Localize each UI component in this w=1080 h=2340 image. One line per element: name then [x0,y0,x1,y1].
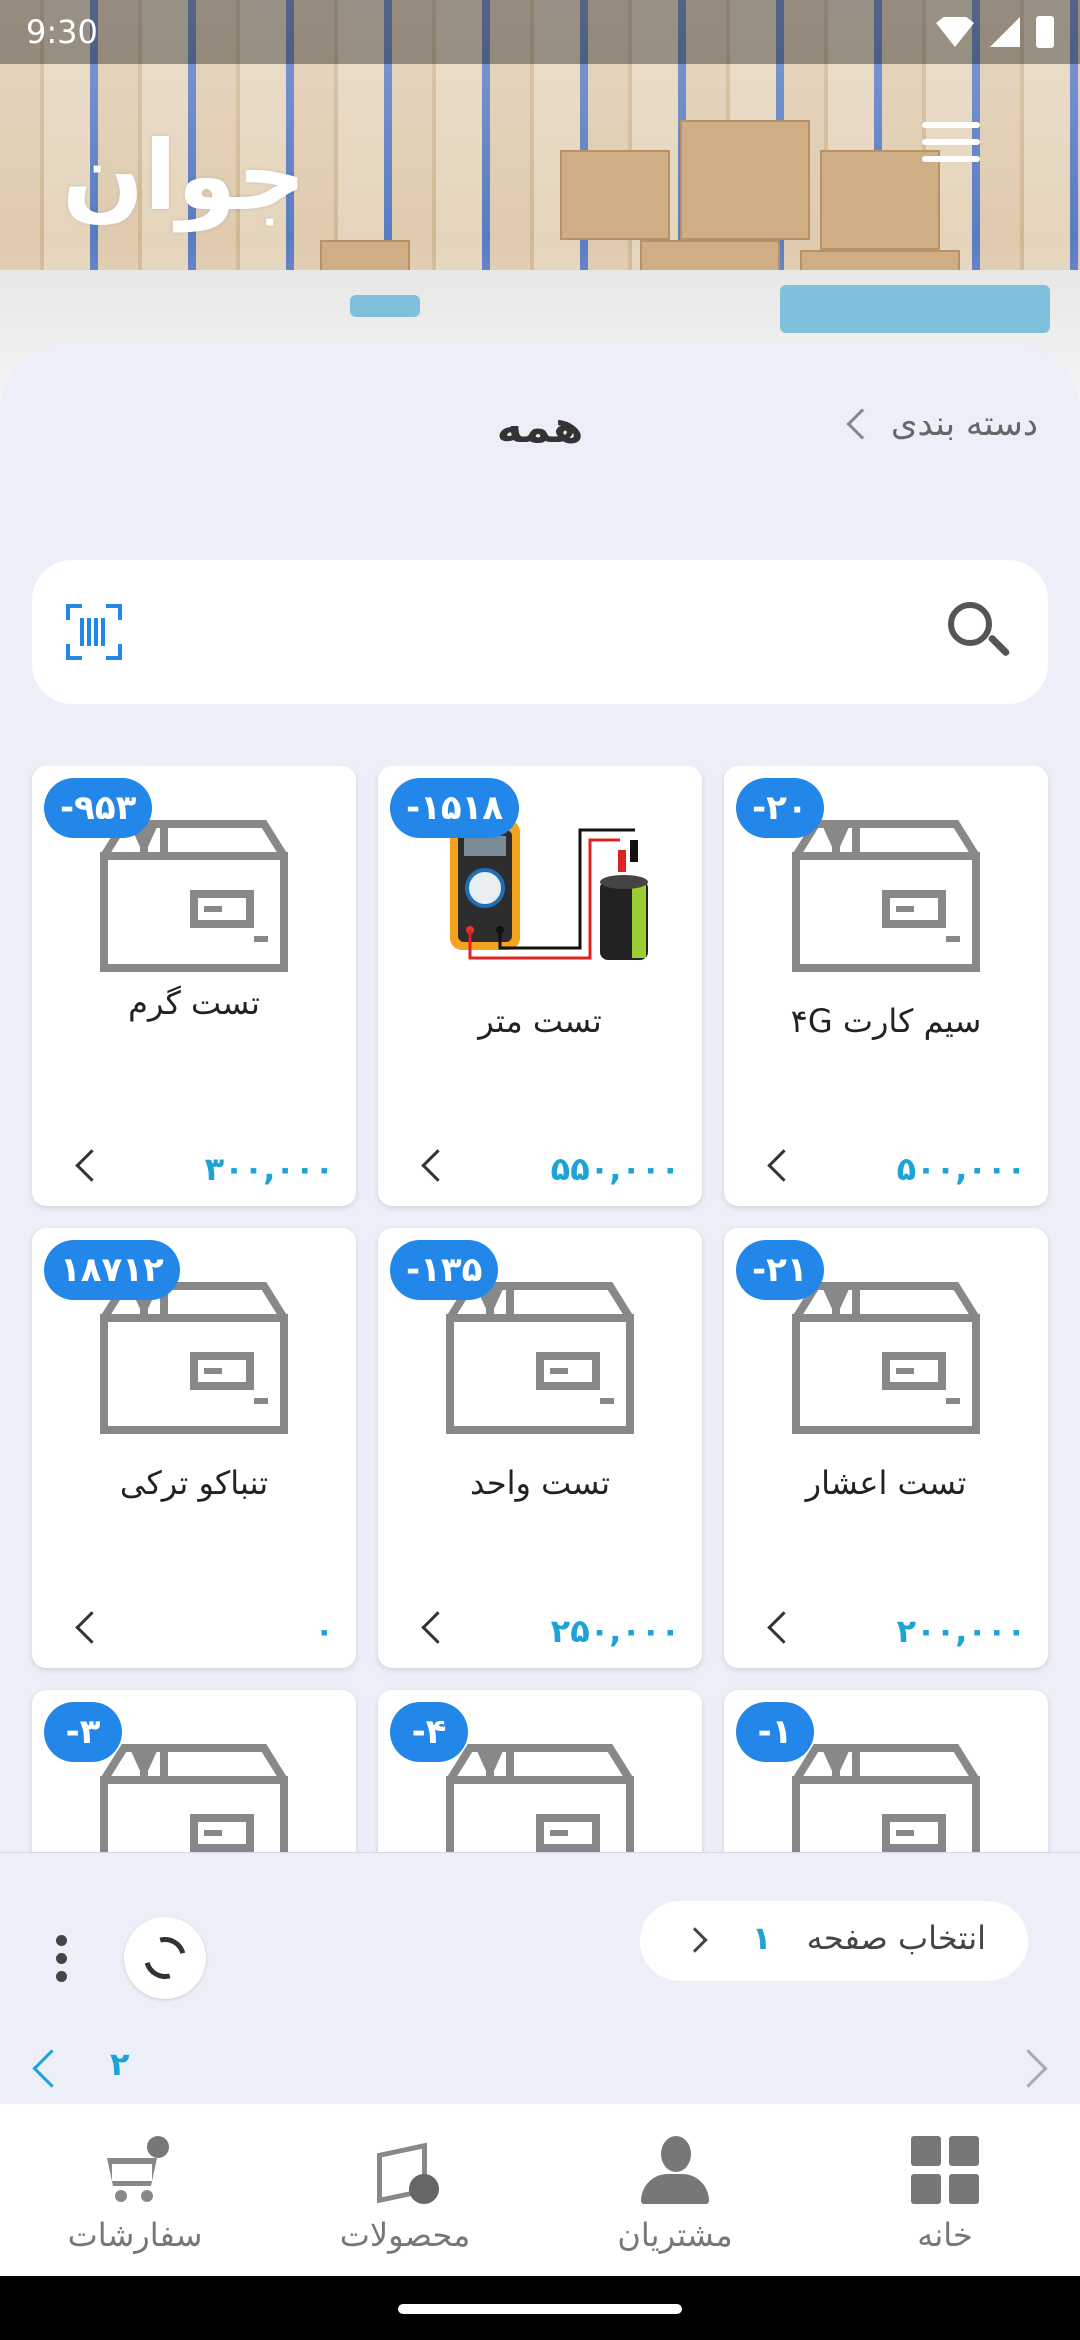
product-price: ۵۰۰,۰۰۰ [896,1150,1026,1188]
chevron-left-icon[interactable] [68,1608,104,1644]
product-card[interactable]: ۱۸۷۱۲ تنباکو ترکی ۰ [32,1228,356,1668]
category-label: دسته بندی [890,404,1038,444]
product-card[interactable]: -۲۰ سیم کارت ۴G ۵۰۰,۰۰۰ [724,766,1048,1206]
bottom-navigation: خانه مشتریان محصولات سفارشات [0,2104,1080,2276]
chevron-left-icon[interactable] [760,1146,796,1182]
home-grid-icon [911,2136,979,2204]
pagination-controls: انتخاب صفحه ۱ ۲ [0,1852,1080,2104]
product-name: تست گرم [128,984,260,1022]
stock-badge: -۱۵۱۸ [390,778,520,838]
stock-badge: -۲۱ [736,1240,824,1300]
wifi-icon [936,17,974,47]
nav-item-customers[interactable]: مشتریان [540,2104,810,2276]
box-icon [100,1282,288,1434]
product-card[interactable]: -۱۵۱۸ تست متر ۵۵۰,۰۰۰ [378,766,702,1206]
product-price: ۳۰۰,۰۰۰ [204,1150,334,1188]
home-indicator[interactable] [398,2304,682,2314]
product-name: سیم کارت ۴G [790,1002,982,1040]
status-time: 9:30 [26,13,98,51]
orders-cart-icon [101,2136,169,2204]
nav-label-customers: مشتریان [617,2216,733,2254]
menu-icon[interactable] [922,122,980,162]
nav-item-orders[interactable]: سفارشات [0,2104,270,2276]
product-price: ۲۰۰,۰۰۰ [896,1612,1026,1650]
nav-label-orders: سفارشات [67,2216,203,2254]
page-select-dropdown[interactable]: انتخاب صفحه ۱ [640,1901,1028,1981]
search-input[interactable] [172,600,918,664]
stock-badge: -۱ [736,1702,814,1762]
chevron-left-icon[interactable] [414,1146,450,1182]
nav-label-home: خانه [917,2216,973,2254]
products-icon [371,2136,439,2204]
product-name: تست متر [478,1002,602,1040]
more-vertical-icon[interactable] [56,1935,68,1989]
product-card[interactable]: -۳ [32,1690,356,1852]
nav-label-products: محصولات [339,2216,471,2254]
app-logo: جوان [62,120,307,232]
box-icon [792,1282,980,1434]
box-icon [446,1282,634,1434]
product-name: تست اعشار [805,1464,967,1502]
product-grid: -۲۰ سیم کارت ۴G ۵۰۰,۰۰۰ -۱۵۱۸ تست متر ۵۵… [0,766,1080,1852]
barcode-scan-icon[interactable] [66,604,122,660]
customers-icon [641,2136,709,2204]
chevron-left-icon[interactable] [414,1608,450,1644]
search-bar [32,560,1048,704]
chevron-left-icon[interactable] [760,1608,796,1644]
product-name: تنباکو ترکی [119,1464,269,1502]
next-page-arrow[interactable] [28,2051,58,2081]
nav-item-home[interactable]: خانه [810,2104,1080,2276]
box-icon [446,1744,634,1852]
stock-badge: -۴ [390,1702,468,1762]
chevron-left-icon [846,408,878,440]
box-icon [792,1744,980,1852]
signal-icon [990,17,1020,47]
stock-badge: -۹۵۳ [44,778,153,838]
status-bar: 9:30 [0,0,1080,64]
chevron-right-icon [682,1927,708,1953]
stock-badge: -۱۳۵ [390,1240,499,1300]
nav-item-products[interactable]: محصولات [270,2104,540,2276]
box-icon [792,820,980,972]
stock-badge: -۳ [44,1702,122,1762]
product-card[interactable]: -۹۵۳ تست گرم ۳۰۰,۰۰۰ [32,766,356,1206]
product-price: ۵۵۰,۰۰۰ [550,1150,680,1188]
chevron-left-icon[interactable] [68,1146,104,1182]
stock-badge: -۲۰ [736,778,824,838]
product-card[interactable]: -۱۳۵ تست واحد ۲۵۰,۰۰۰ [378,1228,702,1668]
main-panel: همه دسته بندی -۲۰ سیم کارت ۴G ۵۰۰,۰۰۰ -۱… [0,342,1080,1852]
box-icon [100,820,288,972]
product-card[interactable]: -۴ [378,1690,702,1852]
category-button[interactable]: دسته بندی [846,404,1038,444]
product-price: ۲۵۰,۰۰۰ [550,1612,680,1650]
product-card[interactable]: -۱ [724,1690,1048,1852]
refresh-button[interactable] [124,1917,206,1999]
next-page-number[interactable]: ۲ [110,2045,130,2083]
product-name: تست واحد [470,1464,610,1502]
product-card[interactable]: -۲۱ تست اعشار ۲۰۰,۰۰۰ [724,1228,1048,1668]
current-page-value: ۱ [752,1919,772,1957]
previous-page-arrow[interactable] [1022,2051,1052,2081]
box-icon [100,1744,288,1852]
product-price: ۰ [314,1612,334,1650]
battery-icon [1036,16,1054,48]
stock-badge: ۱۸۷۱۲ [44,1240,180,1300]
system-navigation-bar [0,2276,1080,2340]
page-select-label: انتخاب صفحه [806,1919,986,1957]
search-icon[interactable] [948,602,1011,662]
refresh-icon [136,1929,194,1987]
